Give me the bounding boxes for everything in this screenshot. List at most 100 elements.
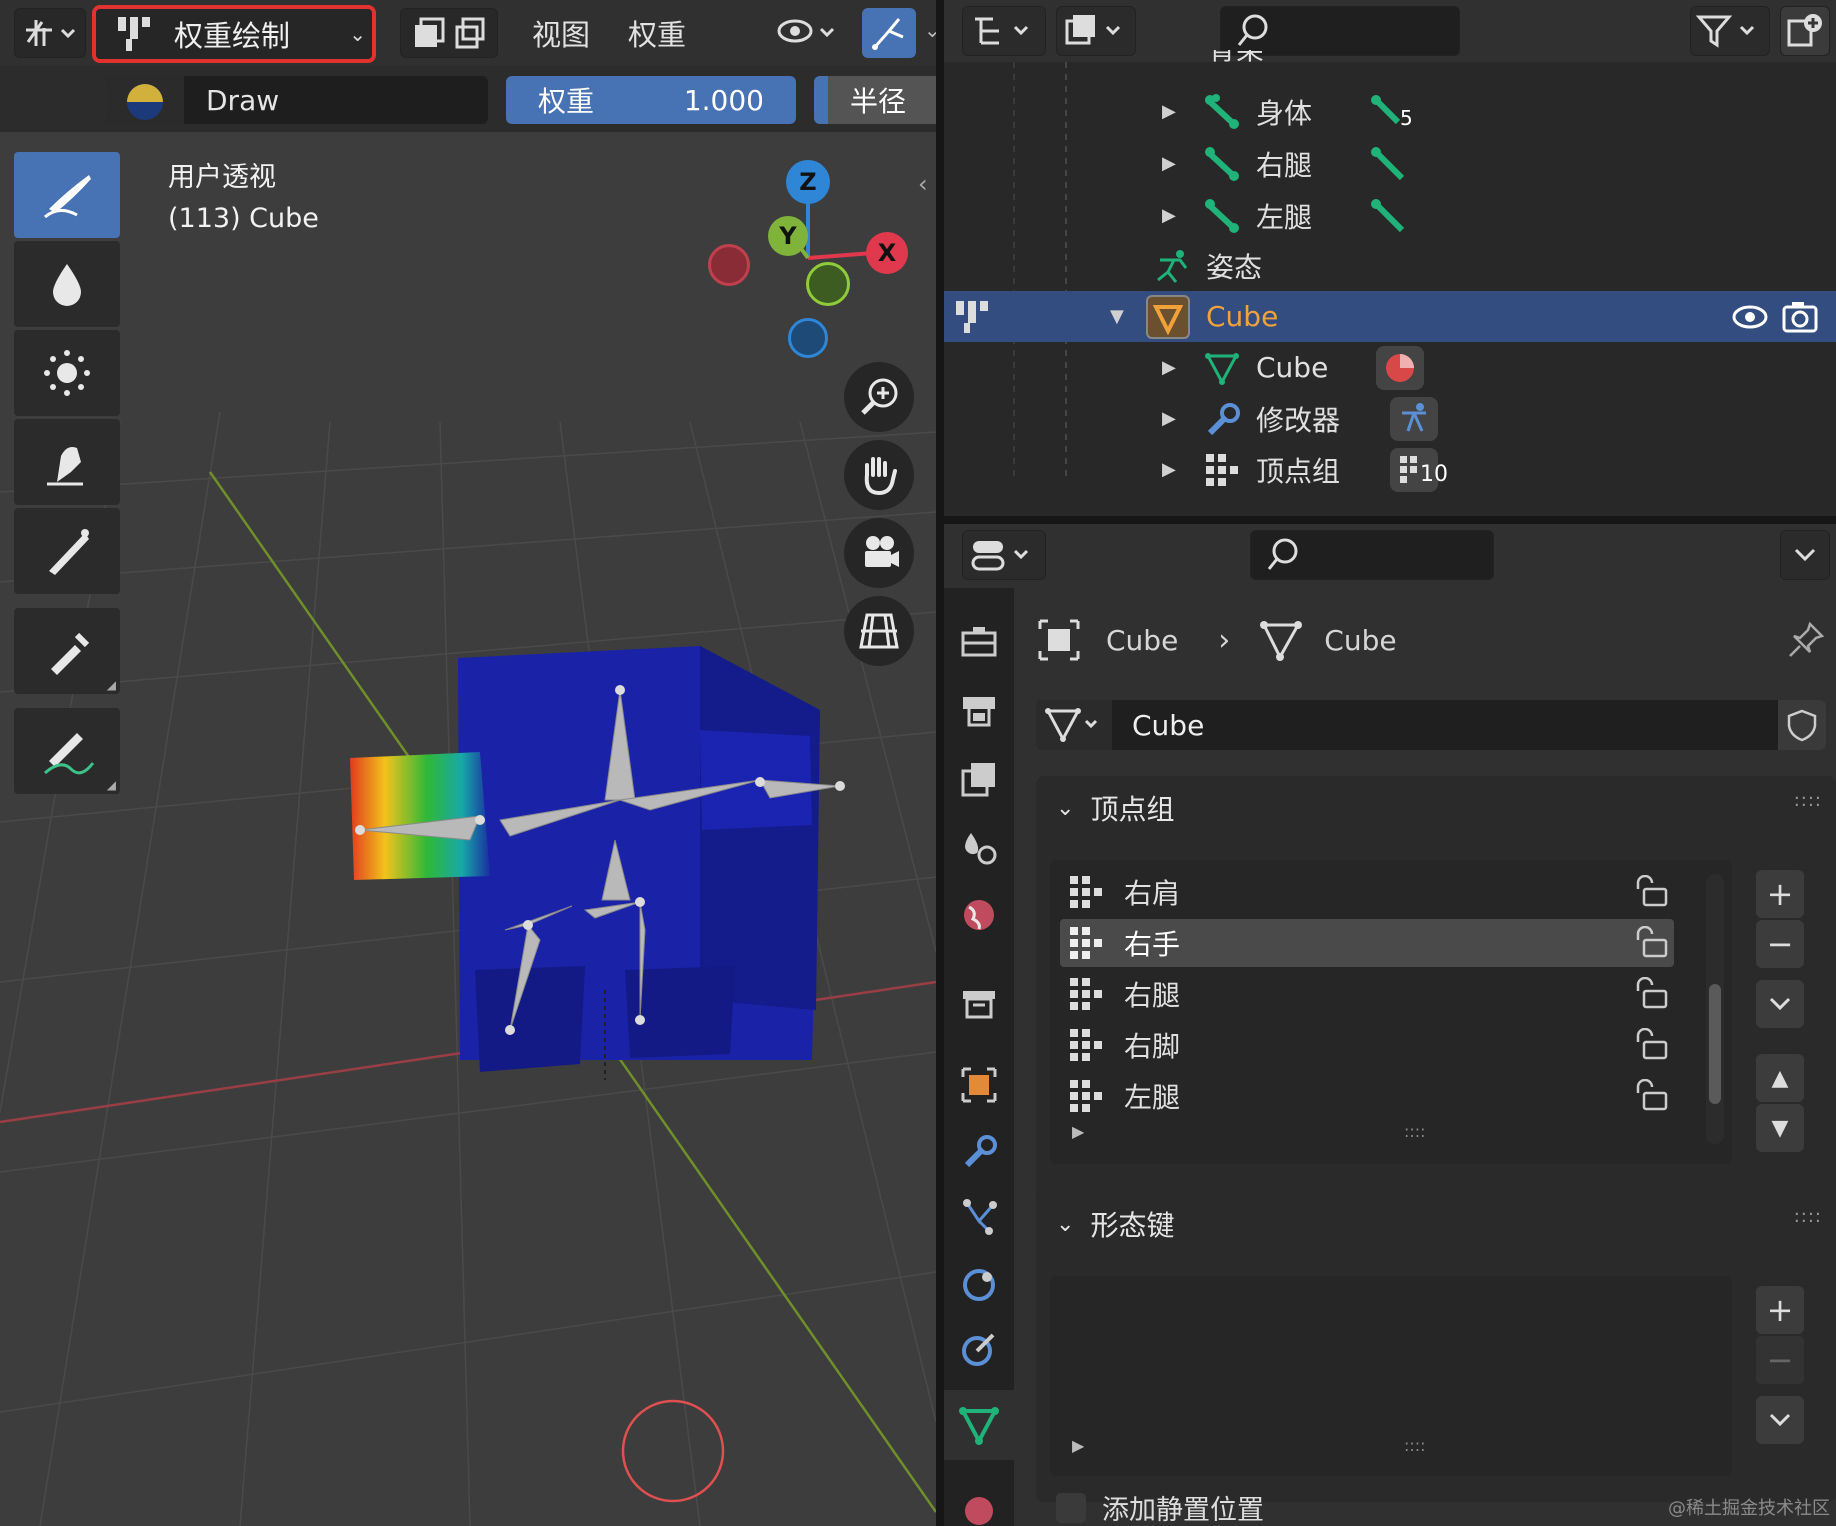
unlock-icon[interactable] — [1632, 1079, 1672, 1113]
unlock-icon[interactable] — [1632, 1028, 1672, 1062]
tree-item-modifiers[interactable]: ▶ 修改器 — [944, 393, 1836, 444]
vertex-groups-header[interactable]: ⌄ 顶点组 — [1056, 788, 1174, 828]
3d-viewport[interactable]: 权重绘制 ⌄ 视图 权重 ⌄ Draw 权重 1.000 半径 ◢ ◢ 用户透视… — [0, 0, 936, 1526]
tab-mesh-data[interactable] — [944, 1390, 1014, 1460]
axis-z-button[interactable]: Z — [786, 160, 830, 204]
shape-key-specials-button[interactable] — [1756, 1396, 1804, 1444]
remove-vertex-group-button[interactable]: − — [1756, 920, 1804, 968]
menu-weights[interactable]: 权重 — [628, 12, 686, 54]
expand-triangle-icon[interactable]: ▶ — [1162, 459, 1176, 480]
tab-material[interactable] — [952, 1478, 1006, 1526]
expand-triangle-icon[interactable]: ▶ — [1162, 205, 1176, 226]
tool-gradient[interactable] — [14, 508, 120, 594]
cube-mesh[interactable] — [340, 640, 880, 1080]
camera-view-button[interactable] — [844, 518, 914, 588]
overlay-toggle-button[interactable] — [862, 8, 916, 58]
drag-handle-icon[interactable]: :::: — [1794, 790, 1822, 811]
camera-render-icon[interactable] — [1778, 295, 1822, 339]
filter-dropdown[interactable] — [1690, 6, 1770, 56]
tab-modifiers[interactable] — [952, 1124, 1006, 1178]
tree-item-pose[interactable]: 姿态 — [944, 240, 1836, 291]
vertex-group-specials-button[interactable] — [1756, 980, 1804, 1028]
move-up-button[interactable]: ▲ — [1756, 1054, 1804, 1102]
ortho-toggle-button[interactable] — [844, 596, 914, 666]
eye-icon[interactable] — [1728, 295, 1772, 339]
scrollbar-thumb[interactable] — [1709, 984, 1721, 1104]
outliner-search-input[interactable] — [1220, 6, 1460, 56]
unlock-icon[interactable] — [1632, 977, 1672, 1011]
unlock-icon[interactable] — [1632, 875, 1672, 909]
tree-item-bone-body[interactable]: ▶ 身体 5 — [944, 86, 1836, 137]
axis-y-button[interactable]: Y — [768, 216, 808, 256]
tree-item-vertex-groups[interactable]: ▶ 顶点组 10 — [944, 444, 1836, 495]
tool-average[interactable] — [14, 330, 120, 416]
remove-shape-key-button[interactable]: − — [1756, 1336, 1804, 1384]
tab-particles[interactable] — [952, 1190, 1006, 1244]
list-scrollbar[interactable] — [1706, 874, 1724, 1144]
pan-button[interactable] — [844, 440, 914, 510]
properties-options-dropdown[interactable] — [1780, 530, 1830, 580]
add-shape-key-button[interactable]: + — [1756, 1286, 1804, 1334]
tree-item-bone-left-leg[interactable]: ▶ 左腿 — [944, 190, 1836, 241]
axis-neg-z-button[interactable] — [788, 318, 828, 358]
fake-user-button[interactable] — [1778, 700, 1826, 750]
add-rest-position-checkbox[interactable] — [1056, 1492, 1086, 1523]
datablock-name-field[interactable]: Cube — [1132, 709, 1204, 742]
expand-triangle-icon[interactable]: ▶ — [1162, 153, 1176, 174]
expand-triangle-icon[interactable]: ▶ — [1162, 408, 1176, 429]
visibility-dropdown[interactable] — [770, 8, 846, 58]
tool-annotate[interactable]: ◢ — [14, 708, 120, 794]
weight-slider[interactable]: 权重 1.000 — [506, 76, 796, 124]
add-vertex-group-button[interactable]: + — [1756, 870, 1804, 918]
tree-item-cube-mesh[interactable]: ▶ Cube — [944, 342, 1836, 393]
datablock-browse-button[interactable] — [1036, 700, 1112, 750]
tab-physics[interactable] — [952, 1256, 1006, 1310]
tool-draw[interactable] — [14, 152, 120, 238]
tab-scene[interactable] — [952, 888, 1006, 942]
list-resize-handle-icon[interactable]: :::: — [1404, 1436, 1426, 1455]
brush-selector[interactable]: Draw — [106, 76, 488, 124]
list-item[interactable]: 左腿 — [1060, 1072, 1674, 1120]
list-resize-handle-icon[interactable]: :::: — [1404, 1122, 1426, 1141]
unlock-icon[interactable] — [1632, 926, 1672, 960]
list-item[interactable]: 右脚 — [1060, 1021, 1674, 1069]
mesh-datablock-selector[interactable]: Cube — [1036, 700, 1826, 750]
new-collection-button[interactable] — [1780, 6, 1830, 56]
tab-view-layer[interactable] — [952, 820, 1006, 874]
axis-x-button[interactable]: X — [866, 232, 908, 274]
move-down-button[interactable]: ▼ — [1756, 1104, 1804, 1152]
expand-triangle-icon[interactable]: ▶ — [1162, 101, 1176, 122]
tool-sample-weight[interactable]: ◢ — [14, 608, 120, 694]
tool-smear[interactable] — [14, 419, 120, 505]
area-separator[interactable] — [936, 0, 944, 1526]
expand-triangle-icon[interactable]: ▶ — [1162, 357, 1176, 378]
interaction-mode-dropdown[interactable]: 权重绘制 ⌄ — [92, 5, 376, 63]
list-filter-toggle-icon[interactable]: ▶ — [1072, 1122, 1084, 1141]
properties-editor-type[interactable] — [962, 530, 1046, 580]
axis-neg-y-button[interactable] — [806, 262, 850, 306]
weight-paint-mode-icon[interactable] — [952, 295, 996, 339]
list-item[interactable]: 右肩 — [1060, 868, 1674, 916]
collapse-triangle-icon[interactable]: ▼ — [1110, 306, 1124, 327]
tab-constraints[interactable] — [952, 1322, 1006, 1376]
tool-blur[interactable] — [14, 241, 120, 327]
shape-keys-header[interactable]: ⌄ 形态键 — [1056, 1204, 1174, 1244]
add-rest-position-row[interactable]: 添加静置位置 — [1056, 1488, 1264, 1526]
display-mode-dropdown[interactable] — [1056, 6, 1136, 56]
tree-item-cube-object[interactable]: ▼ Cube — [944, 291, 1836, 342]
menu-view[interactable]: 视图 — [532, 12, 590, 54]
mask-toggle-group[interactable] — [400, 8, 498, 58]
tab-tool[interactable] — [952, 614, 1006, 668]
pin-icon[interactable] — [1786, 620, 1826, 660]
outliner-editor-type[interactable] — [962, 6, 1046, 56]
zoom-button[interactable] — [844, 362, 914, 432]
tab-output[interactable] — [952, 752, 1006, 806]
list-item-selected[interactable]: 右手 — [1060, 919, 1674, 967]
editor-type-button[interactable] — [14, 8, 86, 58]
tab-render[interactable] — [952, 684, 1006, 738]
tree-item-armature[interactable]: 骨架 — [944, 50, 1836, 78]
list-item[interactable]: 右腿 — [1060, 970, 1674, 1018]
tree-item-bone-right-leg[interactable]: ▶ 右腿 — [944, 138, 1836, 189]
axis-neg-x-button[interactable] — [708, 244, 750, 286]
tab-object[interactable] — [952, 1058, 1006, 1112]
